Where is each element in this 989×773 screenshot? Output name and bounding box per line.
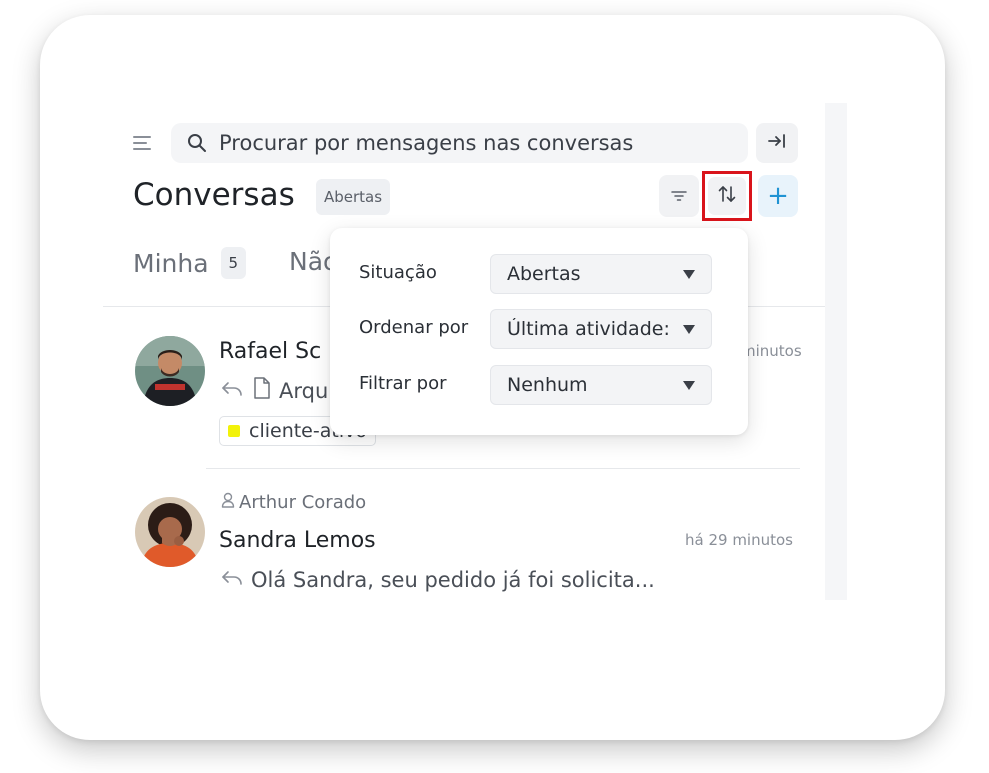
order-by-select-value: Última atividade: (507, 318, 670, 340)
sort-button-surface[interactable] (708, 177, 746, 215)
plus-icon: + (767, 181, 789, 211)
contact-name: Rafael Sc (219, 339, 322, 364)
filter-by-select[interactable]: Nenhum (490, 365, 712, 405)
message-preview: Olá Sandra, seu pedido já foi solicita..… (221, 568, 655, 592)
message-preview-text: Olá Sandra, seu pedido já foi solicita..… (251, 568, 655, 592)
contact-name: Sandra Lemos (219, 528, 376, 553)
page-title: Conversas (133, 177, 295, 213)
file-icon (253, 377, 271, 404)
tab-mine-count-badge: 5 (220, 247, 247, 279)
assignee: Arthur Corado (221, 492, 366, 513)
avatar (135, 336, 205, 406)
menu-icon[interactable] (133, 136, 151, 150)
dock-right-icon (767, 133, 787, 153)
message-preview: Arqu (221, 377, 328, 404)
caret-down-icon (683, 324, 695, 334)
assignee-name: Arthur Corado (239, 492, 367, 513)
filter-by-label: Filtrar por (359, 373, 447, 394)
status-badge: Abertas (316, 179, 391, 215)
tab-mine[interactable]: Minha 5 (133, 247, 247, 279)
conversation-item[interactable]: Arthur Corado Sandra Lemos há 29 minutos… (103, 478, 825, 600)
caret-down-icon (683, 269, 695, 279)
order-by-label: Ordenar por (359, 317, 469, 338)
status-select-value: Abertas (507, 263, 581, 285)
search-input[interactable] (219, 131, 739, 155)
caret-down-icon (683, 380, 695, 390)
filter-by-select-value: Nenhum (507, 374, 588, 396)
timestamp: há 29 minutos (685, 531, 793, 549)
tab-mine-label: Minha (133, 248, 209, 278)
sort-icon (717, 185, 737, 207)
dock-toggle-button[interactable] (756, 123, 798, 163)
sort-button[interactable] (702, 171, 752, 221)
adjacent-panel-edge (825, 103, 847, 600)
search-bar[interactable] (171, 123, 748, 163)
avatar (135, 497, 205, 567)
order-by-select[interactable]: Última atividade: (490, 309, 712, 349)
reply-icon (221, 379, 243, 403)
conversation-divider (206, 468, 800, 469)
timestamp: minutos (741, 342, 802, 360)
status-label: Situação (359, 262, 437, 283)
label-color-dot (228, 425, 240, 437)
reply-icon (221, 568, 243, 592)
user-icon (221, 492, 235, 513)
new-conversation-button[interactable]: + (758, 175, 798, 217)
search-icon (187, 133, 207, 153)
status-select[interactable]: Abertas (490, 254, 712, 294)
message-preview-text: Arqu (279, 378, 329, 403)
filter-button[interactable] (659, 175, 699, 217)
filter-icon (671, 187, 687, 206)
sort-options-popover: Situação Abertas Ordenar por Última ativ… (330, 228, 748, 435)
